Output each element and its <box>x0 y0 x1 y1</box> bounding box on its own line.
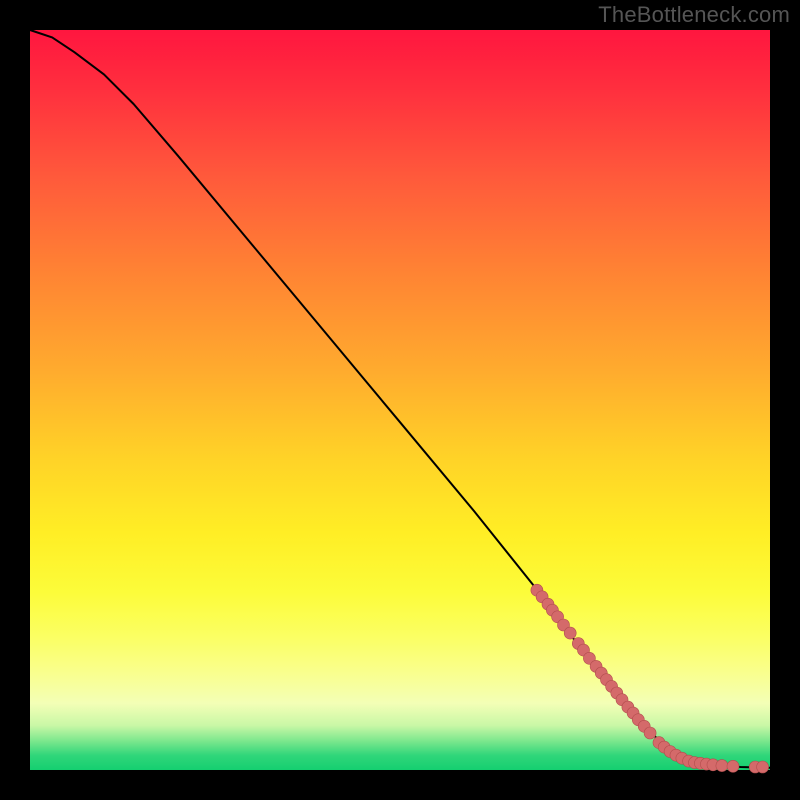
data-point <box>564 627 576 639</box>
data-point <box>644 727 656 739</box>
chart-frame: TheBottleneck.com <box>0 0 800 800</box>
plot-overlay <box>30 30 770 770</box>
scatter-points <box>531 584 769 773</box>
bottleneck-curve <box>30 30 770 768</box>
plot-area <box>30 30 770 770</box>
data-point <box>727 760 739 772</box>
data-point <box>716 760 728 772</box>
data-point <box>757 761 769 773</box>
watermark-text: TheBottleneck.com <box>598 2 790 28</box>
